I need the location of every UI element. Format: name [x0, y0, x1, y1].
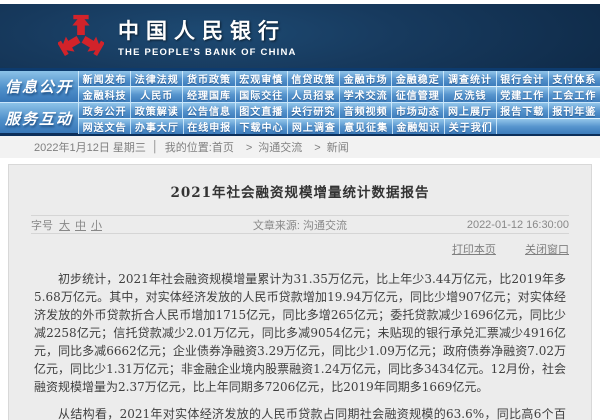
nav-item[interactable]: 央行研究 — [287, 103, 339, 118]
nav-item[interactable]: 人员招录 — [287, 87, 339, 102]
nav-item[interactable]: 报告下载 — [496, 103, 548, 118]
nav-section-0: 信息公开新闻发布法律法规货币政策宏观审慎信贷政策金融市场金融稳定调查统计银行会计… — [0, 71, 600, 102]
breadcrumb-location-home[interactable]: 我的位置:首页 — [165, 139, 234, 155]
font-size-option[interactable]: 小 — [91, 220, 102, 232]
nav-item[interactable]: 政策解读 — [130, 103, 182, 118]
nav-item[interactable]: 银行会计 — [496, 71, 548, 86]
nav-item[interactable]: 音频视频 — [339, 103, 391, 118]
nav-item[interactable]: 调查统计 — [443, 71, 495, 86]
pboc-emblem-icon — [58, 13, 104, 59]
nav-item[interactable]: 金融市场 — [339, 71, 391, 86]
nav-item[interactable]: 下载中心 — [235, 119, 287, 134]
nav-item[interactable]: 反洗钱 — [443, 87, 495, 102]
breadcrumb: 2022年1月12日 星期三 │ 我的位置:首页 > 沟通交流 > 新闻 — [0, 136, 600, 158]
nav-item[interactable]: 支付体系 — [548, 71, 600, 86]
article-paragraph: 从结构看，2021年对实体经济发放的人民币贷款占同期社会融资规模的63.6%，同… — [34, 405, 566, 420]
nav-row: 金融科技人民币经理国库国际交往人员招录学术交流征信管理反洗钱党建工作工会工作 — [78, 86, 600, 102]
nav-item[interactable]: 法律法规 — [130, 71, 182, 86]
nav-item[interactable]: 人民币 — [130, 87, 182, 102]
nav-section-label[interactable]: 服务互动 — [0, 103, 78, 133]
article-body: 初步统计，2021年社会融资规模增量累计为31.35万亿元，比上年少3.44万亿… — [34, 270, 566, 420]
nav-item[interactable]: 新闻发布 — [78, 71, 130, 86]
nav-item[interactable]: 网送文告 — [78, 119, 130, 134]
nav-section-rows: 新闻发布法律法规货币政策宏观审慎信贷政策金融市场金融稳定调查统计银行会计支付体系… — [78, 71, 600, 102]
nav-item[interactable]: 图文直播 — [235, 103, 287, 118]
nav-item[interactable]: 网上调查 — [287, 119, 339, 134]
nav-item[interactable]: 政务公开 — [78, 103, 130, 118]
nav-item[interactable]: 经理国库 — [182, 87, 234, 102]
nav-section-label[interactable]: 信息公开 — [0, 71, 78, 102]
breadcrumb-date: 2022年1月12日 星期三 — [34, 139, 146, 155]
article-meta-bar: 字号 大中小 文章来源: 沟通交流 2022-01-12 16:30:00 — [31, 215, 569, 234]
nav-item[interactable]: 信贷政策 — [287, 71, 339, 86]
nav-item[interactable]: 金融稳定 — [391, 71, 443, 86]
nav-item[interactable]: 公告信息 — [182, 103, 234, 118]
font-size-option[interactable]: 中 — [75, 220, 86, 232]
font-size-option[interactable]: 大 — [59, 220, 70, 232]
breadcrumb-path: > 沟通交流 > 新闻 — [240, 139, 355, 155]
nav-section-1: 服务互动政务公开政策解读公告信息图文直播央行研究音频视频市场动态网上展厅报告下载… — [0, 102, 600, 133]
font-size-label: 字号 — [31, 217, 53, 233]
nav-item[interactable]: 征信管理 — [391, 87, 443, 102]
nav-filler — [496, 119, 600, 134]
nav-item[interactable]: 在线申报 — [183, 119, 235, 134]
article-actions: 打印本页 关闭窗口 — [9, 241, 569, 257]
breadcrumb-divider: │ — [152, 141, 159, 153]
bank-name-en: THE PEOPLE'S BANK OF CHINA — [118, 47, 297, 58]
pboc-logo[interactable]: 中国人民银行 THE PEOPLE'S BANK OF CHINA — [58, 13, 297, 59]
font-size-selector: 字号 大中小 — [31, 217, 203, 233]
breadcrumb-link[interactable]: 新闻 — [327, 142, 349, 154]
nav-item[interactable]: 金融知识 — [392, 119, 444, 134]
nav-item[interactable]: 市场动态 — [391, 103, 443, 118]
nav-row: 新闻发布法律法规货币政策宏观审慎信贷政策金融市场金融稳定调查统计银行会计支付体系 — [78, 71, 600, 86]
nav-item[interactable]: 关于我们 — [444, 119, 496, 134]
nav-row: 网送文告办事大厅在线申报下载中心网上调查意见征集金融知识关于我们 — [78, 118, 600, 134]
nav-row: 政务公开政策解读公告信息图文直播央行研究音频视频市场动态网上展厅报告下载报刊年鉴 — [78, 103, 600, 118]
nav-item[interactable]: 学术交流 — [339, 87, 391, 102]
article-paragraph: 初步统计，2021年社会融资规模增量累计为31.35万亿元，比上年少3.44万亿… — [34, 270, 566, 396]
font-size-links: 大中小 — [59, 217, 107, 233]
print-page-link[interactable]: 打印本页 — [452, 244, 496, 256]
nav-item[interactable]: 国际交往 — [235, 87, 287, 102]
nav-item[interactable]: 金融科技 — [78, 87, 130, 102]
article-title: 2021年社会融资规模增量统计数据报告 — [9, 181, 591, 201]
nav-section-rows: 政务公开政策解读公告信息图文直播央行研究音频视频市场动态网上展厅报告下载报刊年鉴… — [78, 103, 600, 133]
nav-item[interactable]: 党建工作 — [496, 87, 548, 102]
main-navigation: 信息公开新闻发布法律法规货币政策宏观审慎信贷政策金融市场金融稳定调查统计银行会计… — [0, 71, 600, 133]
breadcrumb-link[interactable]: 沟通交流 — [258, 142, 302, 154]
nav-item[interactable]: 报刊年鉴 — [548, 103, 600, 118]
breadcrumb-arrow: > — [246, 142, 252, 154]
breadcrumb-arrow: > — [314, 142, 320, 154]
site-header: 中国人民银行 THE PEOPLE'S BANK OF CHINA — [0, 4, 600, 68]
nav-item[interactable]: 货币政策 — [182, 71, 234, 86]
nav-item[interactable]: 工会工作 — [548, 87, 600, 102]
nav-item[interactable]: 宏观审慎 — [235, 71, 287, 86]
article-source: 文章来源: 沟通交流 — [203, 217, 397, 233]
nav-item[interactable]: 网上展厅 — [443, 103, 495, 118]
article-datetime: 2022-01-12 16:30:00 — [397, 219, 569, 231]
close-window-link[interactable]: 关闭窗口 — [525, 244, 569, 256]
nav-item[interactable]: 意见征集 — [339, 119, 391, 134]
bank-name-cn: 中国人民银行 — [118, 15, 297, 45]
nav-item[interactable]: 办事大厅 — [130, 119, 182, 134]
article-panel: 2021年社会融资规模增量统计数据报告 字号 大中小 文章来源: 沟通交流 20… — [8, 164, 592, 420]
